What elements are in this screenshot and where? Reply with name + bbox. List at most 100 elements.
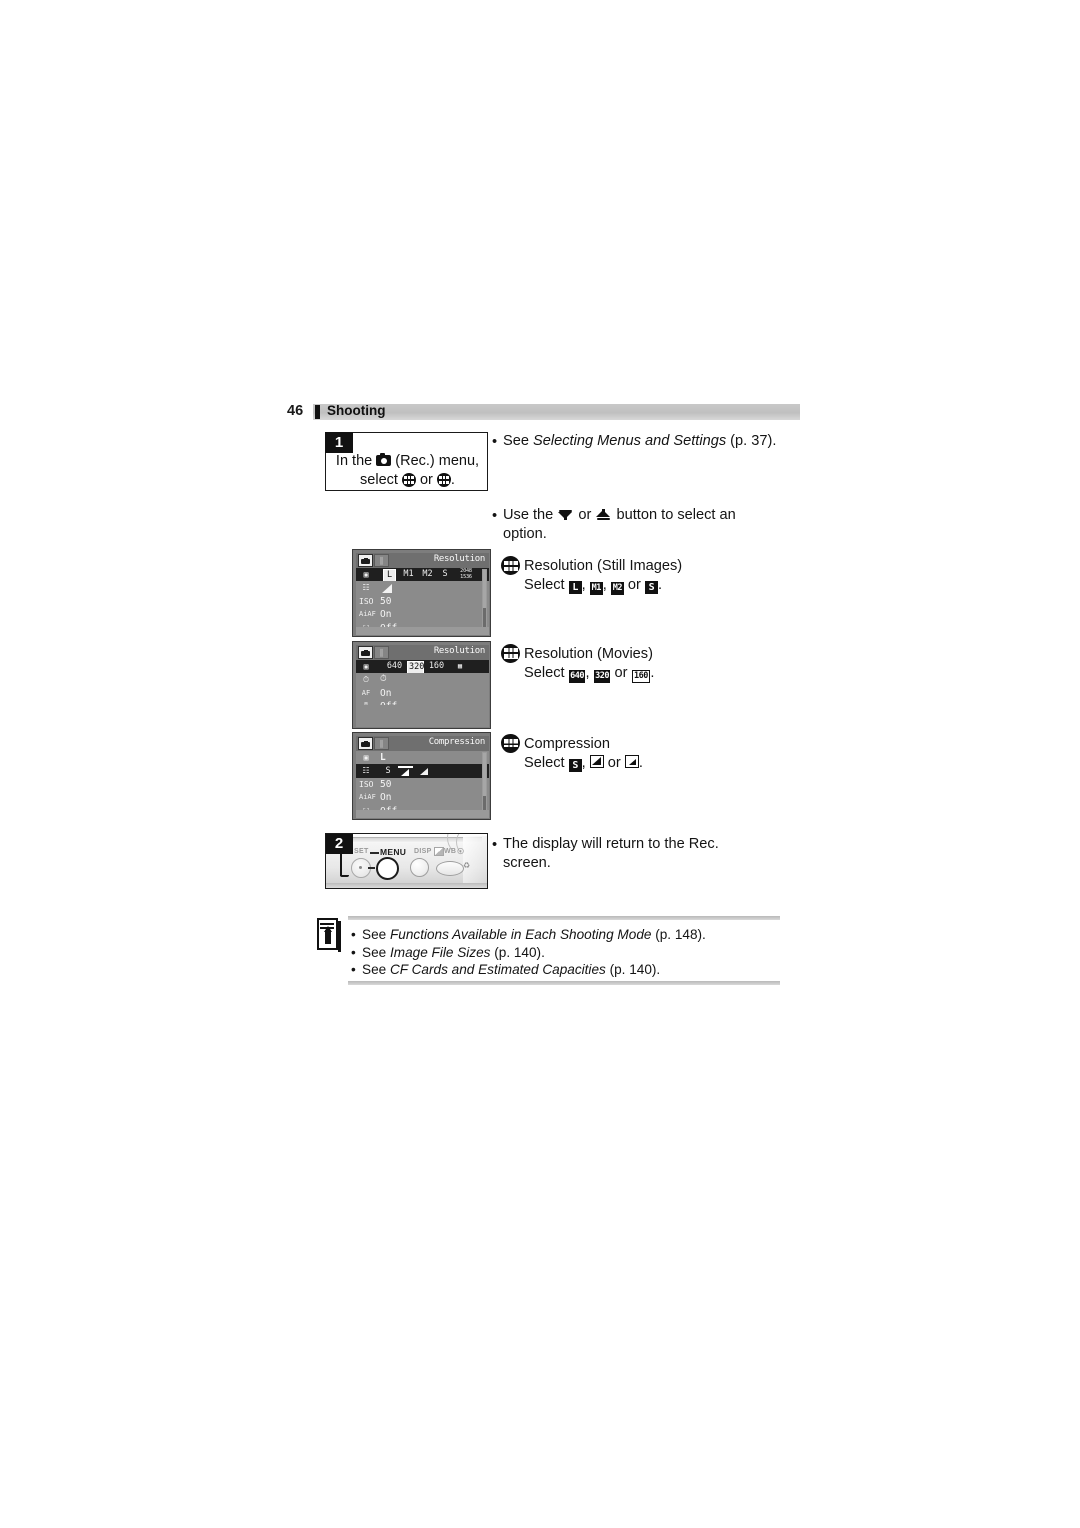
joiner-still-1: , [581,577,590,593]
iso-row-icon: ISO [359,596,374,606]
choice-fine-wedge-icon [589,755,604,768]
manual-page: 46 Shooting 1 In the (Rec.) menu, select… [0,0,1080,1528]
joiner-comp-or: or [603,755,625,771]
option-resolution-still: Resolution (Still Images) Select L, M1, … [524,557,789,595]
memo-3-italic: CF Cards and Estimated Capacities [389,962,606,977]
memo-1-suffix: (p. 148). [651,927,706,942]
lcd3-aiaf-value: On [380,792,392,804]
lcd3-row-resolution[interactable]: ▣ L [356,751,489,765]
lcd1-tab-bar: ∥ Resolution [356,553,489,568]
option-title-resolution-still: Resolution (Still Images) [524,558,683,574]
self-timer-row-icon: ⏱ [362,675,370,685]
down-button-icon [557,508,574,521]
lcd1-aiaf-value: On [380,609,392,621]
lcd1-opt-L[interactable]: L [383,569,396,583]
memo-item: See Image File Sizes (p. 140). [351,944,782,962]
choice-normal-wedge-icon [624,755,639,768]
select-label-still: Select [524,577,565,593]
lcd3-bottom-shade [356,810,489,818]
lcd3-opt-superfine[interactable]: S [382,766,394,777]
lcd1-opt-M2[interactable]: M2 [419,569,436,580]
step1-text-after: (Rec.) menu, [391,453,480,469]
period-comp: . [638,755,643,771]
lcd2-row-resolution[interactable]: ▣ 640 320 160 ▦ [356,660,489,675]
resolution-row-icon: ▣ [363,753,369,762]
choice-640-chip: 640 [568,670,586,683]
page-header: 46 Shooting [287,402,800,423]
camera-disp-button[interactable] [410,858,429,877]
camera-menu-button[interactable] [376,857,399,880]
step1-text-before: In the [335,453,377,469]
setup-tab-icon[interactable]: ∥ [374,737,389,750]
select-label-compression: Select [524,755,565,771]
lcd3-row-aiaf[interactable]: AiAF On [356,791,489,805]
lcd3-tab-bar: ∥ Compression [356,736,489,751]
step-1-number: 1 [325,432,353,453]
joiner-mov-1: , [585,665,594,681]
option-title-resolution-movies: Resolution (Movies) [524,646,653,662]
lcd3-opt-fine[interactable] [398,765,413,776]
rec-tab-icon[interactable] [358,646,373,659]
up-button-icon [595,508,612,521]
lcd1-row-iso[interactable]: ISO 50 [356,594,489,609]
compression-grid-icon [436,473,451,487]
choice-160-chip: 160 [631,670,651,683]
camera-trash-icon: ♻ [463,861,471,870]
lcd1-opt-M1[interactable]: M1 [400,569,417,580]
lcd3-row-compression[interactable]: ☷ S [356,764,489,778]
compression-row-icon: ☷ [362,766,370,776]
lcd2-self-timer-value: ⏱ [380,674,387,685]
lcd2-row-af[interactable]: AF On [356,686,489,701]
lcd-resolution-still: ∥ Resolution ▣ L M1 M2 S 20481536 ☷ ISO [352,549,491,637]
lcd3-row-iso[interactable]: ISO 50 [356,777,489,792]
lcd2-af-value: On [380,687,392,699]
note-use-button: Use the or button to select an option. [503,506,768,544]
lcd2-opt-160[interactable]: 160 [428,661,445,672]
lcd3-scrollbar[interactable] [482,752,487,816]
return-display-text: The display will return to the Rec. scre… [503,836,719,871]
lcd1-row-compression[interactable]: ☷ [356,581,489,595]
iso-row-icon: ISO [359,779,374,789]
lcd2-row-self-timer[interactable]: ⏱ ⏱ [356,673,489,687]
lcd-resolution-movies: ∥ Resolution ▣ 640 320 160 ▦ ⏱ ⏱ AF On [352,641,491,729]
step-2-box: SET MENU DISP WB ☉ ♻ 2 [325,833,488,889]
setup-tab-icon[interactable]: ∥ [374,646,389,659]
rec-tab-icon[interactable] [358,554,373,567]
choice-320-chip: 320 [593,670,611,683]
lcd2-opt-640[interactable]: 640 [386,661,403,672]
page-number: 46 [287,403,304,419]
camera-wb-icon [434,847,444,856]
lcd1-row-resolution[interactable]: ▣ L M1 M2 S 2048 1536 [356,568,489,583]
resolution-row-icon: ▣ [363,662,369,671]
use-button-prefix: Use the [503,507,558,523]
select-label-movies: Select [524,665,565,681]
choice-M2-chip: M2 [610,582,624,595]
joiner-mov-or: or [610,665,632,681]
camera-wb-label: WB [444,848,457,855]
camera-wb-button[interactable] [436,861,464,876]
lcd2-opt-320[interactable]: 320 [407,661,424,675]
lcd1-opt-S[interactable]: S [439,569,451,580]
lcd2-opt-movie-icon[interactable]: ▦ [452,661,468,672]
memo-2-suffix: (p. 140). [490,944,545,960]
memo-1-italic: Functions Available in Each Shooting Mod… [389,927,652,942]
header-band [313,404,800,420]
lcd1-row-aiaf[interactable]: AiAF On [356,608,489,622]
aiaf-row-icon: AiAF [359,793,376,802]
camera-set-label: SET [354,848,369,855]
resolution-grid-icon [401,473,416,487]
step-2-leader-foot [340,875,349,877]
resolution-still-grid-icon [501,556,520,575]
lcd1-scrollbar[interactable] [482,569,487,633]
option-title-compression: Compression [524,736,610,752]
lcd-compression: ∥ Compression ▣ L ☷ S ISO 50 AiAF On [352,732,491,820]
lcd3-title: Compression [428,737,486,747]
option-compression: Compression Select S, or . [524,735,789,773]
period-mov: . [650,665,655,681]
resolution-movies-grid-icon [501,644,520,663]
memo-3-suffix: (p. 140). [605,962,661,977]
use-button-mid: or [574,507,596,523]
rec-tab-icon[interactable] [358,737,373,750]
compression-row-icon: ☷ [362,583,370,593]
setup-tab-icon[interactable]: ∥ [374,554,389,567]
